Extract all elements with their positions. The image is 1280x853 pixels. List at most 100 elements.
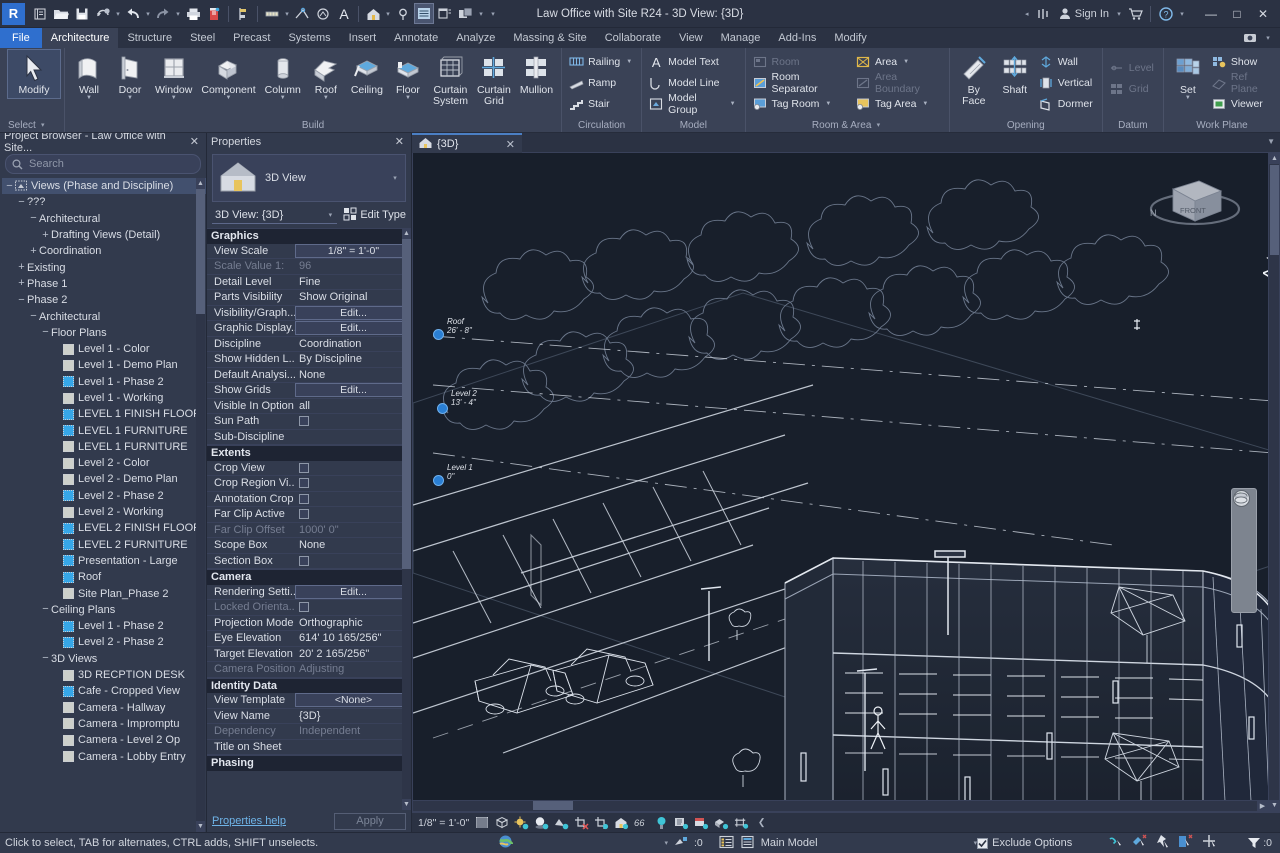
browser-node[interactable]: Cafe - Cropped View xyxy=(2,683,206,699)
new-project-icon[interactable] xyxy=(30,3,50,24)
panel-title-room-area[interactable]: Room & Area ▾ xyxy=(750,118,945,132)
drag-elements-on-selection-icon[interactable] xyxy=(1202,834,1219,852)
component-dropdown-caret[interactable]: ▼ xyxy=(226,95,232,101)
browser-node[interactable]: LEVEL 2 FURNITURE xyxy=(2,537,206,553)
floor-button[interactable]: Floor ▼ xyxy=(388,50,428,103)
tab-manage[interactable]: Manage xyxy=(712,28,770,48)
design-option-editor-icon[interactable] xyxy=(740,835,755,852)
browser-node[interactable]: Camera - Lobby Entry xyxy=(2,748,206,764)
browser-node[interactable]: Presentation - Large xyxy=(2,553,206,569)
wall-dropdown-caret[interactable]: ▼ xyxy=(86,95,92,101)
property-value[interactable]: {3D} xyxy=(295,710,411,722)
area-dropdown-caret[interactable]: ▼ xyxy=(903,59,909,65)
property-row[interactable]: Parts VisibilityShow Original xyxy=(207,290,411,306)
sign-in-button[interactable]: Sign In xyxy=(1055,7,1113,20)
switch-windows-icon[interactable] xyxy=(456,3,476,24)
property-row[interactable]: Sub-Discipline xyxy=(207,430,411,446)
checkbox-icon[interactable] xyxy=(299,509,309,519)
dimension-dropdown-caret[interactable]: ▾ xyxy=(283,10,291,18)
reveal-hidden-elements-icon[interactable] xyxy=(654,815,669,830)
tree-toggle-icon[interactable]: − xyxy=(40,653,51,664)
canvas-horizontal-thumb[interactable] xyxy=(533,801,573,810)
browser-node[interactable]: Level 2 - Demo Plan xyxy=(2,471,206,487)
tab-insert[interactable]: Insert xyxy=(340,28,386,48)
model-line-button[interactable]: Model Line xyxy=(646,73,740,93)
browser-node[interactable]: −Views (Phase and Discipline) xyxy=(2,178,206,194)
browser-node[interactable]: −??? xyxy=(2,194,206,210)
property-row[interactable]: Sun Path xyxy=(207,414,411,430)
select-panel-caret[interactable]: ▾ xyxy=(39,121,47,129)
tree-toggle-icon[interactable]: − xyxy=(16,197,27,208)
properties-group-header[interactable]: Identity Data» xyxy=(207,678,411,694)
properties-close-icon[interactable]: ✕ xyxy=(392,135,407,148)
show-work-plane-button[interactable]: Show xyxy=(1209,52,1276,72)
select-underlay-elements-icon[interactable] xyxy=(1132,834,1149,852)
property-row[interactable]: Default Analysi...None xyxy=(207,368,411,384)
column-dropdown-caret[interactable]: ▼ xyxy=(280,95,286,101)
browser-node[interactable]: LEVEL 1 FURNITURE xyxy=(2,422,206,438)
type-combo[interactable]: 3D View: {3D} ▾ xyxy=(212,206,337,224)
maximize-button[interactable]: □ xyxy=(1224,1,1250,27)
browser-scrollbar[interactable]: ▲ ▼ xyxy=(196,178,205,832)
properties-scrollbar[interactable]: ▲ ▼ xyxy=(402,228,411,810)
view-tab-3d[interactable]: {3D} ✕ xyxy=(412,133,522,153)
design-options-icon[interactable] xyxy=(674,835,688,852)
browser-node[interactable]: Level 1 - Demo Plan xyxy=(2,357,206,373)
property-value[interactable] xyxy=(295,556,411,566)
tree-toggle-icon[interactable]: − xyxy=(16,295,27,306)
checkbox-icon[interactable] xyxy=(299,463,309,473)
browser-scroll-thumb[interactable] xyxy=(196,189,205,314)
browser-node[interactable]: +Phase 1 xyxy=(2,276,206,292)
property-row[interactable]: Graphic Display...Edit... xyxy=(207,321,411,337)
checkbox-icon[interactable] xyxy=(299,416,309,426)
tab-add-ins[interactable]: Add-Ins xyxy=(769,28,825,48)
tree-toggle-icon[interactable]: + xyxy=(16,278,27,289)
vertical-opening-button[interactable]: Vertical xyxy=(1036,73,1098,93)
print-icon[interactable] xyxy=(183,3,203,24)
property-value[interactable]: Edit... xyxy=(295,585,408,599)
redo-dropdown-caret[interactable]: ▾ xyxy=(174,10,182,18)
browser-node[interactable]: Level 2 - Phase 2 xyxy=(2,488,206,504)
browser-node[interactable]: +Existing xyxy=(2,259,206,275)
tag-room-button[interactable]: Tag Room ▼ xyxy=(750,94,848,114)
property-value[interactable]: Edit... xyxy=(295,383,408,397)
undo-dropdown-caret[interactable]: ▾ xyxy=(144,10,152,18)
lock-3d-view-icon[interactable] xyxy=(614,815,629,830)
mullion-button[interactable]: Mullion xyxy=(516,50,557,98)
browser-node[interactable]: Level 1 - Phase 2 xyxy=(2,374,206,390)
infocenter-collapse-icon[interactable]: ◂ xyxy=(1023,10,1031,18)
properties-scroll-down-icon[interactable]: ▼ xyxy=(402,799,411,810)
crop-view-off-icon[interactable] xyxy=(574,815,589,830)
browser-node[interactable]: Level 1 - Working xyxy=(2,390,206,406)
model-group-button[interactable]: Model Group ▼ xyxy=(646,94,740,114)
dormer-opening-button[interactable]: Dormer xyxy=(1036,94,1098,114)
tab-precast[interactable]: Precast xyxy=(224,28,279,48)
undo-icon[interactable] xyxy=(123,3,143,24)
opening-by-face-button[interactable]: By Face xyxy=(954,50,994,109)
family-dropdown-caret[interactable]: ▾ xyxy=(391,174,399,182)
visual-style-icon[interactable] xyxy=(494,815,509,830)
browser-node[interactable]: Level 2 - Working xyxy=(2,504,206,520)
canvas-scroll-down-icon[interactable]: ▼ xyxy=(1269,800,1280,811)
highlight-displacement-sets-icon[interactable] xyxy=(714,815,729,830)
browser-node[interactable]: +Drafting Views (Detail) xyxy=(2,227,206,243)
property-value[interactable] xyxy=(295,494,411,504)
level-marker-level1-dot[interactable] xyxy=(433,475,444,486)
main-model-combo[interactable]: Main Model xyxy=(761,837,818,849)
window-dropdown-caret[interactable]: ▼ xyxy=(171,95,177,101)
cart-icon[interactable] xyxy=(1125,3,1145,24)
property-value[interactable]: Orthographic xyxy=(295,617,411,629)
browser-node[interactable]: Level 1 - Phase 2 xyxy=(2,618,206,634)
property-row[interactable]: Visible In Optionall xyxy=(207,399,411,415)
property-value[interactable] xyxy=(295,463,411,473)
ribbon-display-caret[interactable]: ▾ xyxy=(1264,34,1272,42)
view-tab-close-icon[interactable]: ✕ xyxy=(506,138,515,151)
property-value[interactable] xyxy=(295,509,411,519)
3d-view-canvas[interactable]: Roof 26' - 8" Level 2 13' - 4" Level 1 0… xyxy=(412,153,1280,812)
properties-group-header[interactable]: Camera» xyxy=(207,569,411,585)
area-button[interactable]: Area ▼ xyxy=(853,52,945,72)
apply-button[interactable]: Apply xyxy=(334,813,406,830)
project-browser-close-icon[interactable]: ✕ xyxy=(187,135,202,148)
search-input[interactable]: Search xyxy=(5,154,201,174)
revit-logo-icon[interactable]: R xyxy=(2,3,25,25)
